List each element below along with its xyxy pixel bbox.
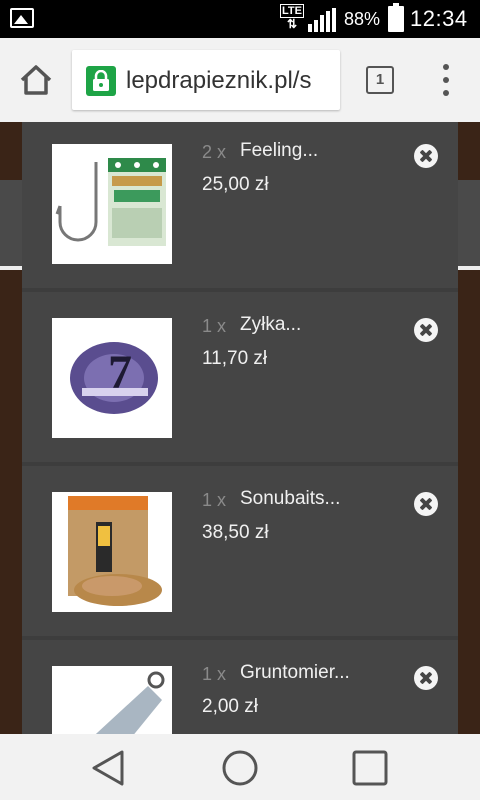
item-quantity: 1 x bbox=[202, 664, 227, 684]
item-name[interactable]: Gruntomier... bbox=[240, 662, 350, 684]
address-bar[interactable]: lepdrapieznik.pl/s bbox=[72, 50, 340, 110]
cart-dropdown: 2 x Feeling... 25,00 zł 7 1 x Zyłka... 1… bbox=[22, 122, 458, 734]
url-text: lepdrapieznik.pl/s bbox=[126, 67, 312, 94]
item-quantity: 2 x bbox=[202, 142, 227, 162]
item-name[interactable]: Sonubaits... bbox=[240, 488, 340, 510]
remove-item-icon[interactable] bbox=[414, 318, 438, 342]
item-price: 25,00 zł bbox=[202, 174, 269, 195]
product-thumbnail-bait[interactable] bbox=[52, 492, 172, 612]
remove-item-icon[interactable] bbox=[414, 492, 438, 516]
item-name[interactable]: Feeling... bbox=[240, 140, 318, 162]
item-quantity: 1 x bbox=[202, 490, 227, 510]
status-bar: LTE ⇅ 88% 12:34 bbox=[0, 0, 480, 38]
item-price: 2,00 zł bbox=[202, 696, 258, 717]
network-type: LTE bbox=[280, 4, 304, 18]
item-price: 11,70 zł bbox=[202, 348, 268, 369]
product-thumbnail-hook[interactable] bbox=[52, 144, 172, 264]
tab-switcher-button[interactable]: 1 bbox=[366, 66, 394, 94]
remove-item-icon[interactable] bbox=[414, 666, 438, 690]
overflow-menu-icon[interactable] bbox=[438, 62, 454, 98]
battery-percent: 88% bbox=[344, 9, 381, 29]
lock-icon bbox=[86, 66, 116, 96]
cart-item: 2 x Feeling... 25,00 zł bbox=[22, 122, 458, 292]
home-icon[interactable] bbox=[16, 60, 56, 100]
cart-item: 1 x Sonubaits... 38,50 zł bbox=[22, 470, 458, 640]
remove-item-icon[interactable] bbox=[414, 144, 438, 168]
product-thumbnail-plummet[interactable] bbox=[52, 666, 172, 734]
back-icon[interactable] bbox=[88, 748, 128, 788]
system-navigation-bar bbox=[0, 734, 480, 800]
recents-icon[interactable] bbox=[350, 748, 390, 788]
cart-item: 1 x Gruntomier... 2,00 zł bbox=[22, 644, 458, 734]
lte-icon: LTE ⇅ bbox=[280, 4, 304, 30]
clock: 12:34 bbox=[410, 6, 468, 31]
battery-icon bbox=[388, 3, 404, 32]
item-divider bbox=[22, 462, 458, 466]
signal-icon bbox=[308, 8, 336, 32]
browser-toolbar: lepdrapieznik.pl/s 1 bbox=[0, 38, 480, 122]
item-name[interactable]: Zyłka... bbox=[240, 314, 301, 336]
home-circle-icon[interactable] bbox=[220, 748, 260, 788]
item-quantity: 1 x bbox=[202, 316, 227, 336]
gallery-notification-icon bbox=[10, 8, 34, 28]
product-thumbnail-line[interactable]: 7 bbox=[52, 318, 172, 438]
item-divider bbox=[22, 636, 458, 640]
item-divider bbox=[22, 288, 458, 292]
item-price: 38,50 zł bbox=[202, 522, 269, 543]
cart-item: 7 1 x Zyłka... 11,70 zł bbox=[22, 296, 458, 466]
